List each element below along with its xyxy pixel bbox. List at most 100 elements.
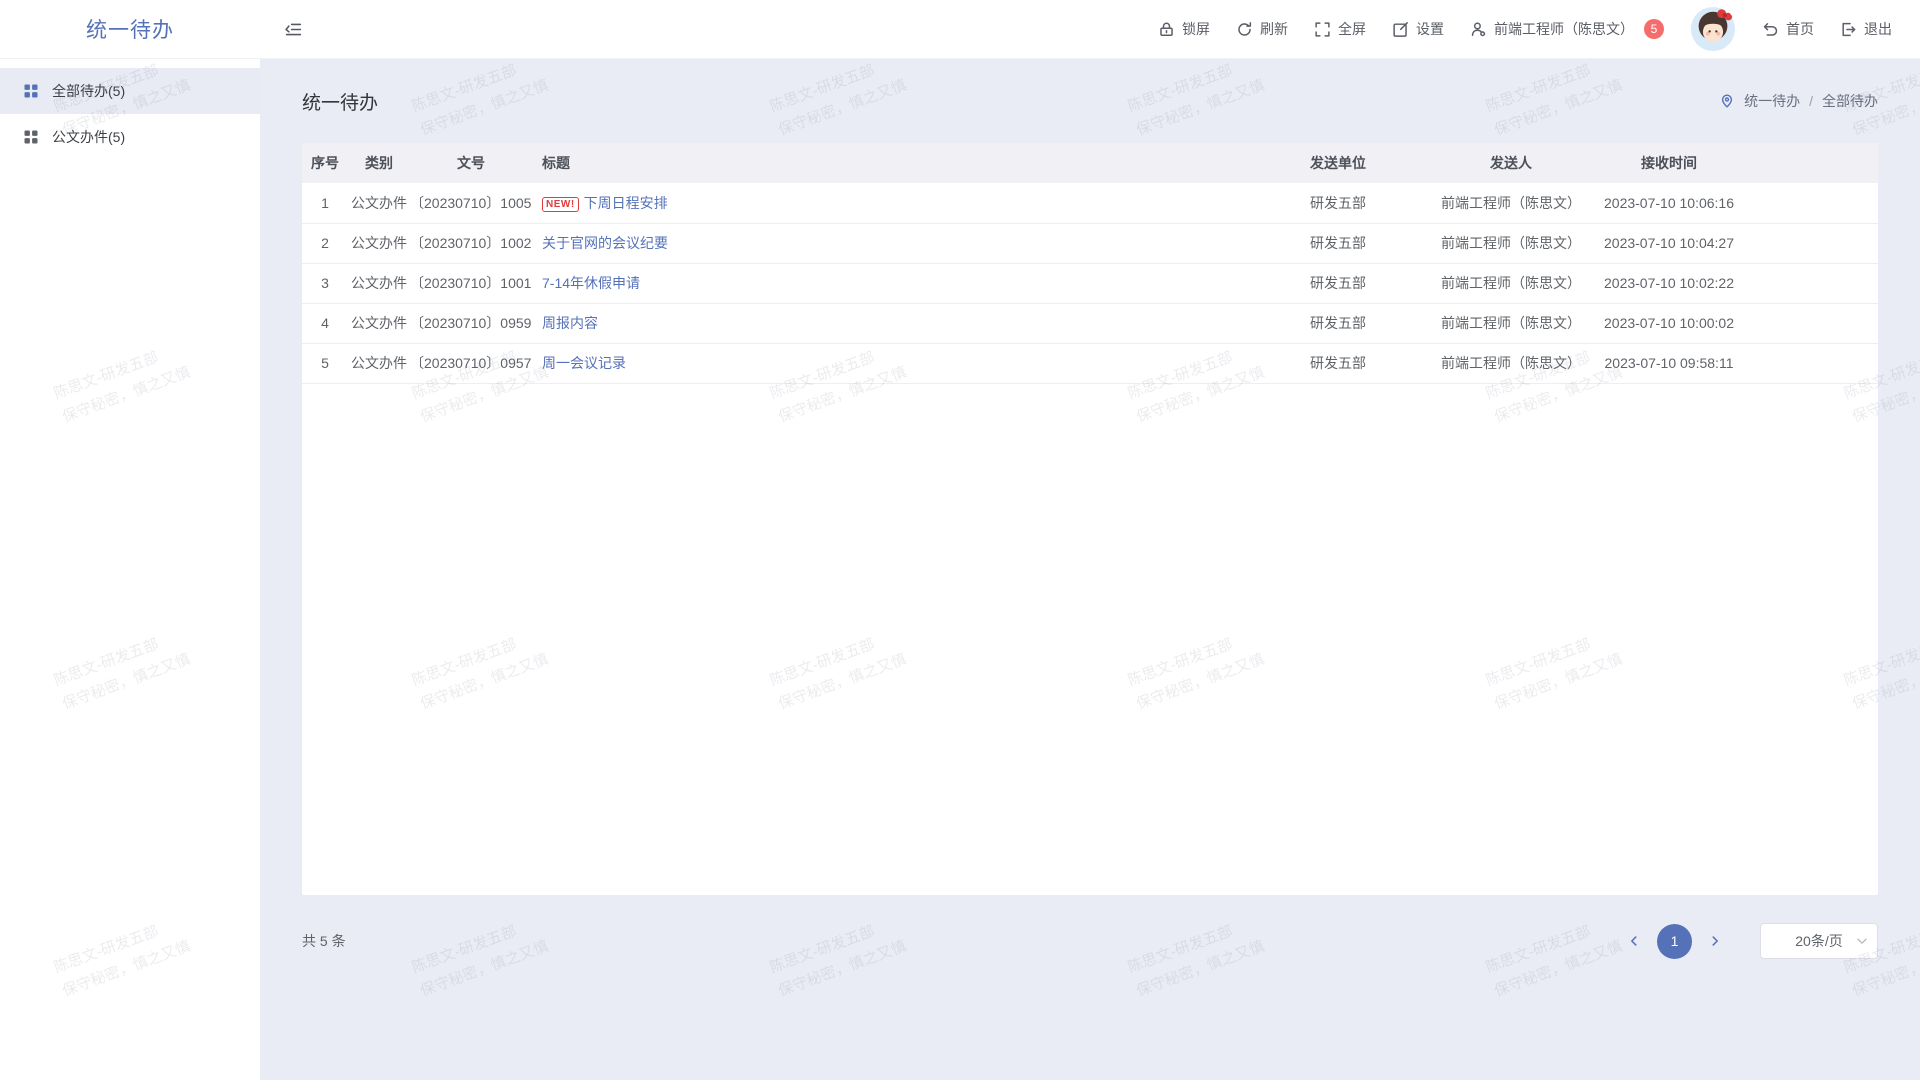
chevron-down-icon: [1855, 934, 1869, 951]
cell-sender: 前端工程师（陈思文）: [1428, 303, 1594, 343]
sidebar-item-all-todo[interactable]: 全部待办(5): [0, 68, 260, 114]
cell-send-unit: 研发五部: [1248, 183, 1428, 223]
column-header: 文号: [410, 143, 532, 183]
cell-doc-no: 〔20230710〕100258号: [410, 223, 532, 263]
page-title: 统一待办: [302, 88, 378, 115]
breadcrumb-item[interactable]: 统一待办: [1744, 91, 1800, 111]
cell-sender: 前端工程师（陈思文）: [1428, 263, 1594, 303]
pagination: 1 20条/页: [1619, 923, 1878, 959]
cell-sender: 前端工程师（陈思文）: [1428, 183, 1594, 223]
cell-title: NEW! 下周日程安排: [532, 183, 1248, 223]
lock-screen-button[interactable]: 锁屏: [1158, 19, 1210, 39]
app-logo: 统一待办: [0, 0, 260, 59]
breadcrumb: 统一待办 / 全部待办: [1719, 91, 1878, 111]
cell-received-time: 2023-07-10 10:02:22: [1594, 263, 1744, 303]
notification-badge[interactable]: 5: [1644, 19, 1664, 39]
sidebar-item-document-work[interactable]: 公文办件(5): [0, 114, 260, 160]
sidebar: 统一待办 全部待办(5) 公文办件(5): [0, 0, 260, 1080]
column-header: 接收时间: [1594, 143, 1744, 183]
lock-icon: [1158, 21, 1175, 38]
cell-category: 公文办件: [348, 303, 410, 343]
cell-title: 周一会议记录: [532, 343, 1248, 383]
logout-label: 退出: [1864, 19, 1892, 39]
cell-index: 5: [302, 343, 348, 383]
cell-index: 2: [302, 223, 348, 263]
cell-received-time: 2023-07-10 10:00:02: [1594, 303, 1744, 343]
avatar[interactable]: [1690, 6, 1736, 52]
todo-table: 序号类别文号标题发送单位发送人接收时间 1公文办件〔20230710〕10055…: [302, 143, 1878, 384]
settings-edit-icon: [1392, 21, 1409, 38]
refresh-button[interactable]: 刷新: [1236, 19, 1288, 39]
page-number-button[interactable]: 1: [1657, 924, 1692, 959]
table-header-row: 序号类别文号标题发送单位发送人接收时间: [302, 143, 1878, 183]
chevron-left-icon: [1627, 934, 1641, 948]
page-size-select[interactable]: 20条/页: [1760, 923, 1878, 959]
prev-page-button[interactable]: [1619, 926, 1649, 956]
cell-category: 公文办件: [348, 183, 410, 223]
column-header: 类别: [348, 143, 410, 183]
title-link[interactable]: 周报内容: [542, 315, 598, 331]
breadcrumb-separator: /: [1809, 93, 1813, 109]
cell-title: 周报内容: [532, 303, 1248, 343]
column-header-spacer: [1744, 143, 1878, 183]
logout-icon: [1840, 21, 1857, 38]
chevron-right-icon: [1708, 934, 1722, 948]
main-area: 锁屏 刷新 全屏 设置 前端工程师（陈思文） 5: [260, 0, 1920, 1080]
cell-category: 公文办件: [348, 343, 410, 383]
logout-button[interactable]: 退出: [1840, 19, 1892, 39]
fullscreen-label: 全屏: [1338, 19, 1366, 39]
cell-index: 4: [302, 303, 348, 343]
cell-category: 公文办件: [348, 223, 410, 263]
cell-spacer: [1744, 263, 1878, 303]
table-row: 4公文办件〔20230710〕095915号周报内容研发五部前端工程师（陈思文）…: [302, 303, 1878, 343]
cell-sender: 前端工程师（陈思文）: [1428, 223, 1594, 263]
table-body: 1公文办件〔20230710〕100551号NEW!下周日程安排研发五部前端工程…: [302, 183, 1878, 383]
cell-doc-no: 〔20230710〕095729号: [410, 343, 532, 383]
location-pin-icon: [1719, 93, 1735, 109]
cell-sender: 前端工程师（陈思文）: [1428, 343, 1594, 383]
new-badge: NEW!: [542, 197, 579, 212]
home-label: 首页: [1786, 19, 1814, 39]
title-link[interactable]: 下周日程安排: [584, 195, 668, 211]
cell-spacer: [1744, 183, 1878, 223]
sidebar-collapse-button[interactable]: [284, 20, 303, 39]
refresh-label: 刷新: [1260, 19, 1288, 39]
page-size-value: 20条/页: [1795, 931, 1842, 951]
table-row: 2公文办件〔20230710〕100258号关于官网的会议纪要 研发五部前端工程师…: [302, 223, 1878, 263]
cell-spacer: [1744, 343, 1878, 383]
settings-button[interactable]: 设置: [1392, 19, 1444, 39]
title-link[interactable]: 周一会议记录: [542, 355, 626, 371]
sidebar-menu: 全部待办(5) 公文办件(5): [0, 59, 260, 160]
cell-doc-no: 〔20230710〕100551号: [410, 183, 532, 223]
cell-category: 公文办件: [348, 263, 410, 303]
cell-send-unit: 研发五部: [1248, 343, 1428, 383]
total-count: 共 5 条: [302, 931, 346, 951]
cell-title: 关于官网的会议纪要: [532, 223, 1248, 263]
lock-screen-label: 锁屏: [1182, 19, 1210, 39]
fullscreen-button[interactable]: 全屏: [1314, 19, 1366, 39]
cell-send-unit: 研发五部: [1248, 303, 1428, 343]
fullscreen-icon: [1314, 21, 1331, 38]
table-row: 3公文办件〔20230710〕100126号7-14年休假申请研发五部前端工程师…: [302, 263, 1878, 303]
cell-doc-no: 〔20230710〕100126号: [410, 263, 532, 303]
column-header: 发送人: [1428, 143, 1594, 183]
grid-icon: [23, 129, 39, 145]
title-link[interactable]: 7-14年休假申请: [542, 275, 640, 291]
home-button[interactable]: 首页: [1762, 19, 1814, 39]
cell-received-time: 2023-07-10 09:58:11: [1594, 343, 1744, 383]
cell-spacer: [1744, 303, 1878, 343]
cell-index: 1: [302, 183, 348, 223]
content-head: 统一待办 统一待办 / 全部待办: [302, 59, 1878, 143]
title-link[interactable]: 关于官网的会议纪要: [542, 235, 668, 251]
back-home-icon: [1762, 21, 1779, 38]
cell-send-unit: 研发五部: [1248, 223, 1428, 263]
table-row: 1公文办件〔20230710〕100551号 NEW! 下周日程安排 研发五部前端工程…: [302, 183, 1878, 223]
column-header: 发送单位: [1248, 143, 1428, 183]
next-page-button[interactable]: [1700, 926, 1730, 956]
breadcrumb-item: 全部待办: [1822, 91, 1878, 111]
cell-title: 7-14年休假申请: [532, 263, 1248, 303]
sidebar-item-label: 公文办件(5): [52, 127, 125, 147]
user-info[interactable]: 前端工程师（陈思文） 5: [1470, 19, 1664, 39]
settings-label: 设置: [1416, 19, 1444, 39]
cell-spacer: [1744, 223, 1878, 263]
